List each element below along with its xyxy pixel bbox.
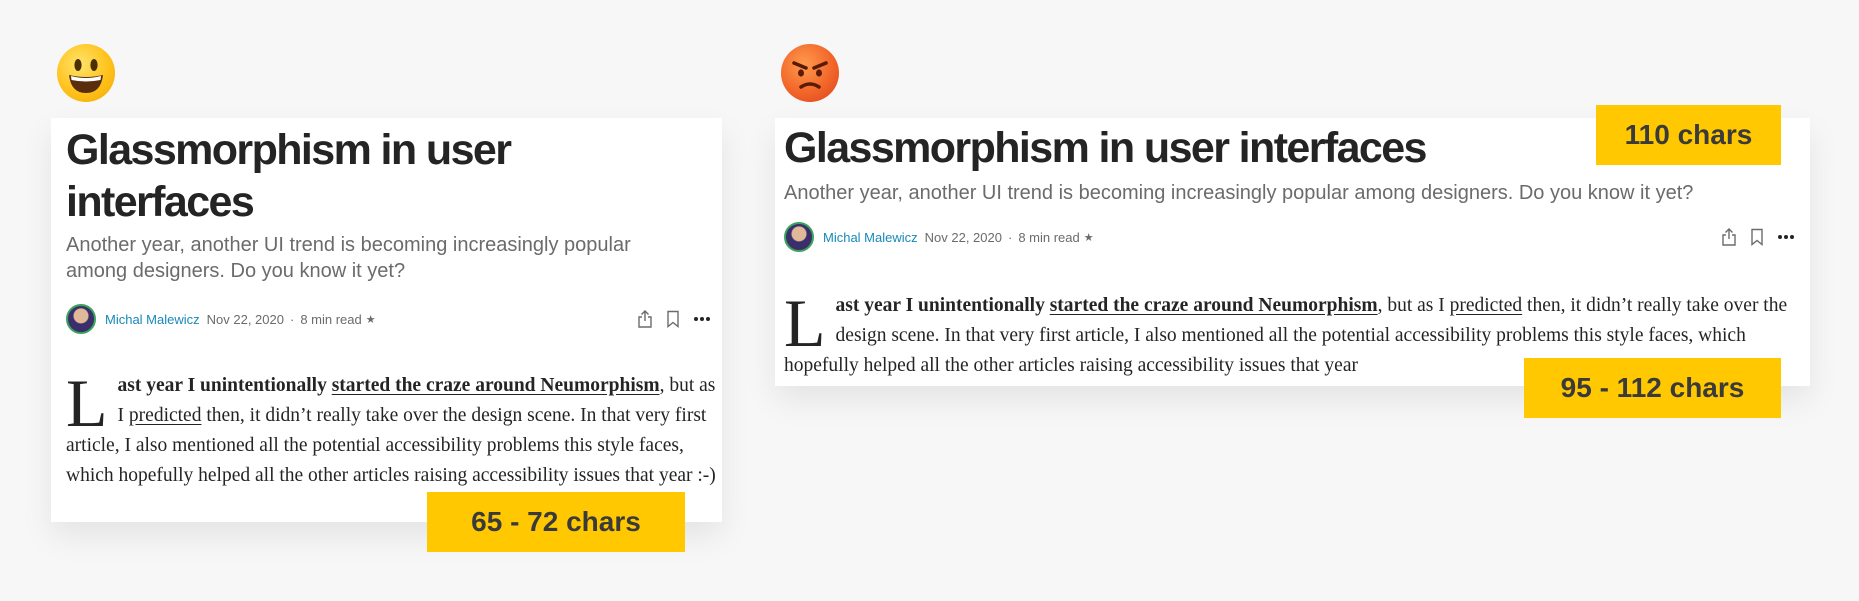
char-count-badge-wide: 95 - 112 chars <box>1524 358 1781 418</box>
predicted-link[interactable]: predicted <box>1450 295 1523 316</box>
intro-bold: ast year I unintentionally <box>117 375 332 396</box>
article-title: Glassmorphism in user interfaces <box>66 126 512 226</box>
article-body: Last year I unintentionally started the … <box>66 365 716 491</box>
read-time: 8 min read <box>300 311 362 327</box>
meta-separator: · <box>1007 229 1013 245</box>
author-link[interactable]: Michal Malewicz <box>823 230 918 245</box>
member-star-icon: ★ <box>1083 231 1094 244</box>
article-title: Glassmorphism in user interfaces <box>784 124 1427 172</box>
intro-bold: ast year I unintentionally <box>835 295 1050 316</box>
avatar[interactable] <box>784 222 814 252</box>
article-subtitle: Another year, another UI trend is becomi… <box>66 234 631 282</box>
neumorphism-link[interactable]: started the craze around Neumorphism <box>332 375 660 396</box>
read-time: 8 min read <box>1018 229 1080 245</box>
body-fragment: , but as I <box>1377 295 1450 316</box>
article-card-narrow: Glassmorphism in user interfaces Another… <box>51 118 722 522</box>
more-options-icon[interactable] <box>1777 234 1795 240</box>
article-meta: Michal Malewicz Nov 22, 2020 · 8 min rea… <box>784 222 1795 252</box>
publish-date: Nov 22, 2020 <box>924 229 1002 245</box>
angry-face-icon <box>781 44 839 102</box>
bookmark-icon[interactable] <box>1750 228 1764 246</box>
more-options-icon[interactable] <box>693 316 711 322</box>
drop-cap: L <box>66 365 108 441</box>
smiling-face-icon <box>57 44 115 102</box>
bookmark-icon[interactable] <box>666 310 680 328</box>
predicted-link[interactable]: predicted <box>129 405 202 426</box>
article-subtitle: Another year, another UI trend is becomi… <box>784 182 1694 204</box>
publish-date: Nov 22, 2020 <box>206 311 284 327</box>
char-count-badge-title: 110 chars <box>1596 105 1781 165</box>
share-icon[interactable] <box>1721 228 1737 246</box>
meta-separator: · <box>289 311 295 327</box>
char-count-badge-narrow: 65 - 72 chars <box>427 492 685 552</box>
article-meta: Michal Malewicz Nov 22, 2020 · 8 min rea… <box>66 304 711 334</box>
member-star-icon: ★ <box>365 313 376 326</box>
share-icon[interactable] <box>637 310 653 328</box>
avatar[interactable] <box>66 304 96 334</box>
neumorphism-link[interactable]: started the craze around Neumorphism <box>1050 295 1378 316</box>
drop-cap: L <box>784 285 826 361</box>
author-link[interactable]: Michal Malewicz <box>105 312 200 327</box>
